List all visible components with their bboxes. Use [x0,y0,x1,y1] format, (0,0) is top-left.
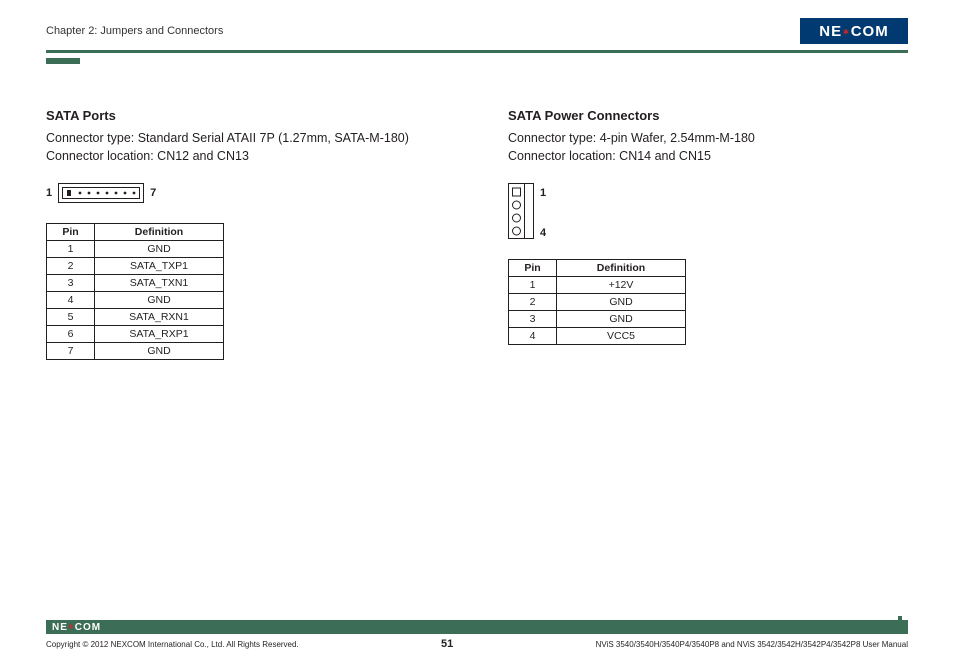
wafer-4pin-icon [508,183,534,239]
power-pin-table: Pin Definition 1+12V 2GND 3GND 4VCC5 [508,259,686,345]
col-definition: Definition [557,260,686,277]
wafer-connector-diagram: 1 4 [508,183,908,239]
footer-decor-icon [890,620,908,634]
table-row: 3SATA_TXN1 [47,275,224,292]
section-description: Connector type: 4-pin Wafer, 2.54mm-M-18… [508,129,908,165]
table-row: 4VCC5 [509,328,686,345]
table-row: 1GND [47,241,224,258]
chapter-title: Chapter 2: Jumpers and Connectors [46,25,223,37]
footer-bar: NE✶COM [46,620,908,634]
pin-1-label: 1 [540,187,546,199]
table-row: 4GND [47,292,224,309]
table-row: 6SATA_RXP1 [47,326,224,343]
header-rule [46,50,908,53]
col-definition: Definition [95,224,224,241]
col-pin: Pin [509,260,557,277]
footer-line: Copyright © 2012 NEXCOM International Co… [46,638,908,650]
table-row: 3GND [509,311,686,328]
header-accent [46,58,80,64]
pin-4-label: 4 [540,227,546,239]
star-icon: ✶ [68,624,75,631]
sata-connector-diagram: 1 7 [46,183,446,203]
sata-pin-table: Pin Definition 1GND 2SATA_TXP1 3SATA_TXN… [46,223,224,360]
table-row: 2SATA_TXP1 [47,258,224,275]
table-row: 7GND [47,343,224,360]
col-pin: Pin [47,224,95,241]
table-row: 2GND [509,294,686,311]
pin-7-label: 7 [150,187,156,199]
table-row: 1+12V [509,277,686,294]
sata-ports-section: SATA Ports Connector type: Standard Seri… [46,108,446,360]
page-header: Chapter 2: Jumpers and Connectors NE✶COM [46,18,908,44]
sata-7p-icon [58,183,144,203]
page-number: 51 [441,638,453,650]
section-description: Connector type: Standard Serial ATAII 7P… [46,129,446,165]
wafer-pin-labels: 1 4 [540,183,546,239]
section-title: SATA Power Connectors [508,108,908,123]
star-icon: ✶ [842,27,851,37]
copyright: Copyright © 2012 NEXCOM International Co… [46,640,299,649]
footer-logo: NE✶COM [52,622,101,633]
pin-1-label: 1 [46,187,52,199]
manual-title: NViS 3540/3540H/3540P4/3540P8 and NViS 3… [596,640,908,649]
sata-power-section: SATA Power Connectors Connector type: 4-… [508,108,908,360]
section-title: SATA Ports [46,108,446,123]
nexcom-logo: NE✶COM [800,18,908,44]
table-row: 5SATA_RXN1 [47,309,224,326]
logo-text: NE✶COM [819,23,888,40]
